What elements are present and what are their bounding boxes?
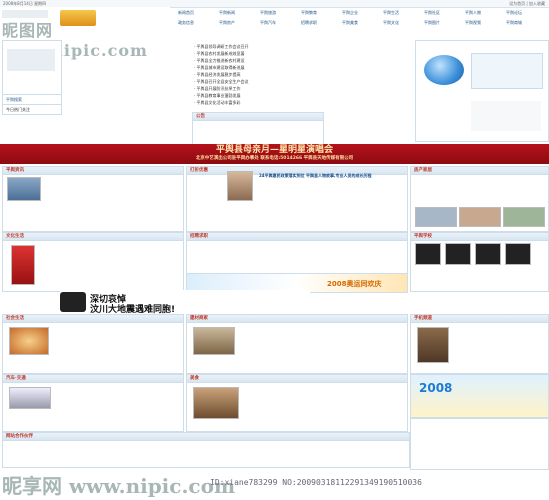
news-item[interactable]: · 平舆县城市建设取得新进展 [194, 65, 245, 71]
social-image[interactable] [9, 327, 49, 355]
store-image[interactable] [193, 327, 235, 355]
nav-item[interactable]: 平舆企业 [336, 9, 364, 17]
nav-item[interactable]: 招聘求职 [295, 19, 323, 27]
right-links [471, 101, 541, 131]
culture-image[interactable] [11, 245, 35, 285]
nav-item[interactable]: 政务信息 [172, 19, 200, 27]
story-headline[interactable]: 24平舆惠民政策落实到位 平舆县人物故事,专业人员的成长历程 [259, 173, 399, 178]
school-photo-1[interactable] [415, 243, 441, 265]
store-box: 建材商家 [186, 314, 408, 374]
news-item[interactable]: · 平舆县领导调研工作会议召开 [194, 44, 249, 50]
house-photo-2[interactable] [459, 207, 501, 227]
culture-title: 文化生活 [3, 233, 183, 241]
mobile-title: 手机频道 [411, 315, 548, 323]
olympic-ad-text: 2008 [419, 381, 453, 395]
nav-item[interactable]: 平舆旅游 [254, 9, 282, 17]
nav-item[interactable]: 新闻首页 [172, 9, 200, 17]
school-photo-2[interactable] [445, 243, 471, 265]
footer-watermark: 昵享网 www.nipic.com [2, 474, 236, 498]
house-photo-1[interactable] [415, 207, 457, 227]
school-photo-4[interactable] [505, 243, 531, 265]
bottom-title: 网站合作伙伴 [3, 433, 409, 441]
social-title: 社会生活 [3, 315, 183, 323]
bottom-box: 网站合作伙伴 [2, 432, 410, 468]
notice-box: 公告 [192, 112, 324, 148]
portrait-image[interactable] [227, 171, 253, 201]
nav-item[interactable]: 平舆图片 [418, 19, 446, 27]
poll-box [410, 418, 549, 470]
nav-item[interactable]: 平舆视频 [459, 19, 487, 27]
nav-item[interactable]: 平舆新闻 [213, 9, 241, 17]
globe-image [424, 55, 464, 85]
food-box: 美食 [186, 374, 408, 432]
car-title: 汽车·交通 [3, 375, 183, 383]
hot-title[interactable]: 今日热门关注 [6, 107, 30, 113]
house-box: 房产家居 [410, 166, 549, 232]
memorial-emblem [60, 292, 86, 312]
pingyu-news-box: 平舆资讯 [2, 166, 184, 232]
left-image [7, 49, 55, 71]
school-photo-3[interactable] [475, 243, 501, 265]
news-item[interactable]: · 平舆县农村发展新成效显著 [194, 51, 245, 57]
school-title: 平舆学校 [411, 233, 548, 241]
concert-banner[interactable]: 平舆县母亲月—星明星演唱会 北京中艺演出公司驻平舆办事处 联系电话:501426… [0, 144, 549, 164]
nav-item[interactable]: 平舆文化 [377, 19, 405, 27]
talent-box: 打折优惠 24平舆惠民政策落实到位 平舆县人物故事,专业人员的成长历程 [186, 166, 408, 232]
food-title: 美食 [187, 375, 407, 383]
search-title: 平舆搜索 [6, 97, 22, 102]
pingyu-news-title: 平舆资讯 [3, 167, 183, 175]
login-form[interactable] [471, 53, 543, 89]
news-photo[interactable] [7, 177, 41, 201]
news-item[interactable]: · 平舆县文化活动丰富多彩 [194, 100, 241, 106]
nav-item[interactable]: 平舆论坛 [500, 9, 528, 17]
banner-title: 平舆县母亲月—星明星演唱会 [215, 145, 333, 155]
olympic-banner-text: 2008奥运同欢庆 [327, 280, 382, 288]
news-item[interactable]: · 平舆县开展防汛抗旱工作 [194, 86, 241, 92]
house-photo-3[interactable] [503, 207, 545, 227]
notice-title: 公告 [193, 113, 323, 121]
news-item[interactable]: · 平舆县召开全县安全生产会议 [194, 79, 249, 85]
culture-box: 文化生活 [2, 232, 184, 292]
logo-area: 昵图网 www.nipic.com [0, 7, 170, 60]
olympic-ad[interactable]: 2008 [410, 374, 549, 418]
nav-item[interactable]: 平舆人物 [459, 9, 487, 17]
news-item[interactable]: · 平舆县全力推进新农村建设 [194, 58, 245, 64]
nav-item[interactable]: 平舆商城 [500, 19, 528, 27]
nav-item[interactable]: 平舆房产 [213, 19, 241, 27]
food-image[interactable] [193, 387, 239, 419]
recruit-title: 招聘求职 [187, 233, 407, 241]
banner-subtitle: 北京中艺演出公司驻平舆办事处 联系电话:5014266 平舆县天地传媒有限公司 [195, 156, 354, 161]
store-title: 建材商家 [187, 315, 407, 323]
main-navigation: 新闻首页 平舆新闻 平舆旅游 平舆教育 平舆企业 平舆生活 平舆社区 平舆人物 平舆论坛政务信息… [172, 9, 548, 29]
nav-item[interactable]: 平舆汽车 [254, 19, 282, 27]
top-links[interactable]: 设为首页 | 加入收藏 [509, 1, 545, 7]
recruit-box: 招聘求职 [186, 232, 408, 274]
house-title: 房产家居 [411, 167, 548, 175]
hot-box: 今日热门关注 [2, 104, 62, 115]
nav-item[interactable]: 平舆美食 [336, 19, 364, 27]
school-box: 平舆学校 [410, 232, 549, 292]
nav-item[interactable]: 平舆教育 [295, 9, 323, 17]
news-item[interactable]: · 平舆县教育事业蓬勃发展 [194, 93, 241, 99]
memorial-banner[interactable]: 深切哀悼 汶川大地震遇难同胞! [60, 290, 310, 315]
car-box: 汽车·交通 [2, 374, 184, 432]
car-image[interactable] [9, 387, 51, 409]
social-box: 社会生活 [2, 314, 184, 374]
nav-item[interactable]: 平舆社区 [418, 9, 446, 17]
right-top-panel [415, 40, 549, 142]
nav-item[interactable]: 平舆生活 [377, 9, 405, 17]
footer-id: ID:xiane783299 NO:2009031811229134919051… [210, 478, 422, 487]
news-item[interactable]: · 平舆县经济发展稳步提高 [194, 72, 241, 78]
mobile-box: 手机频道 [410, 314, 549, 374]
mobile-image[interactable] [417, 327, 449, 363]
